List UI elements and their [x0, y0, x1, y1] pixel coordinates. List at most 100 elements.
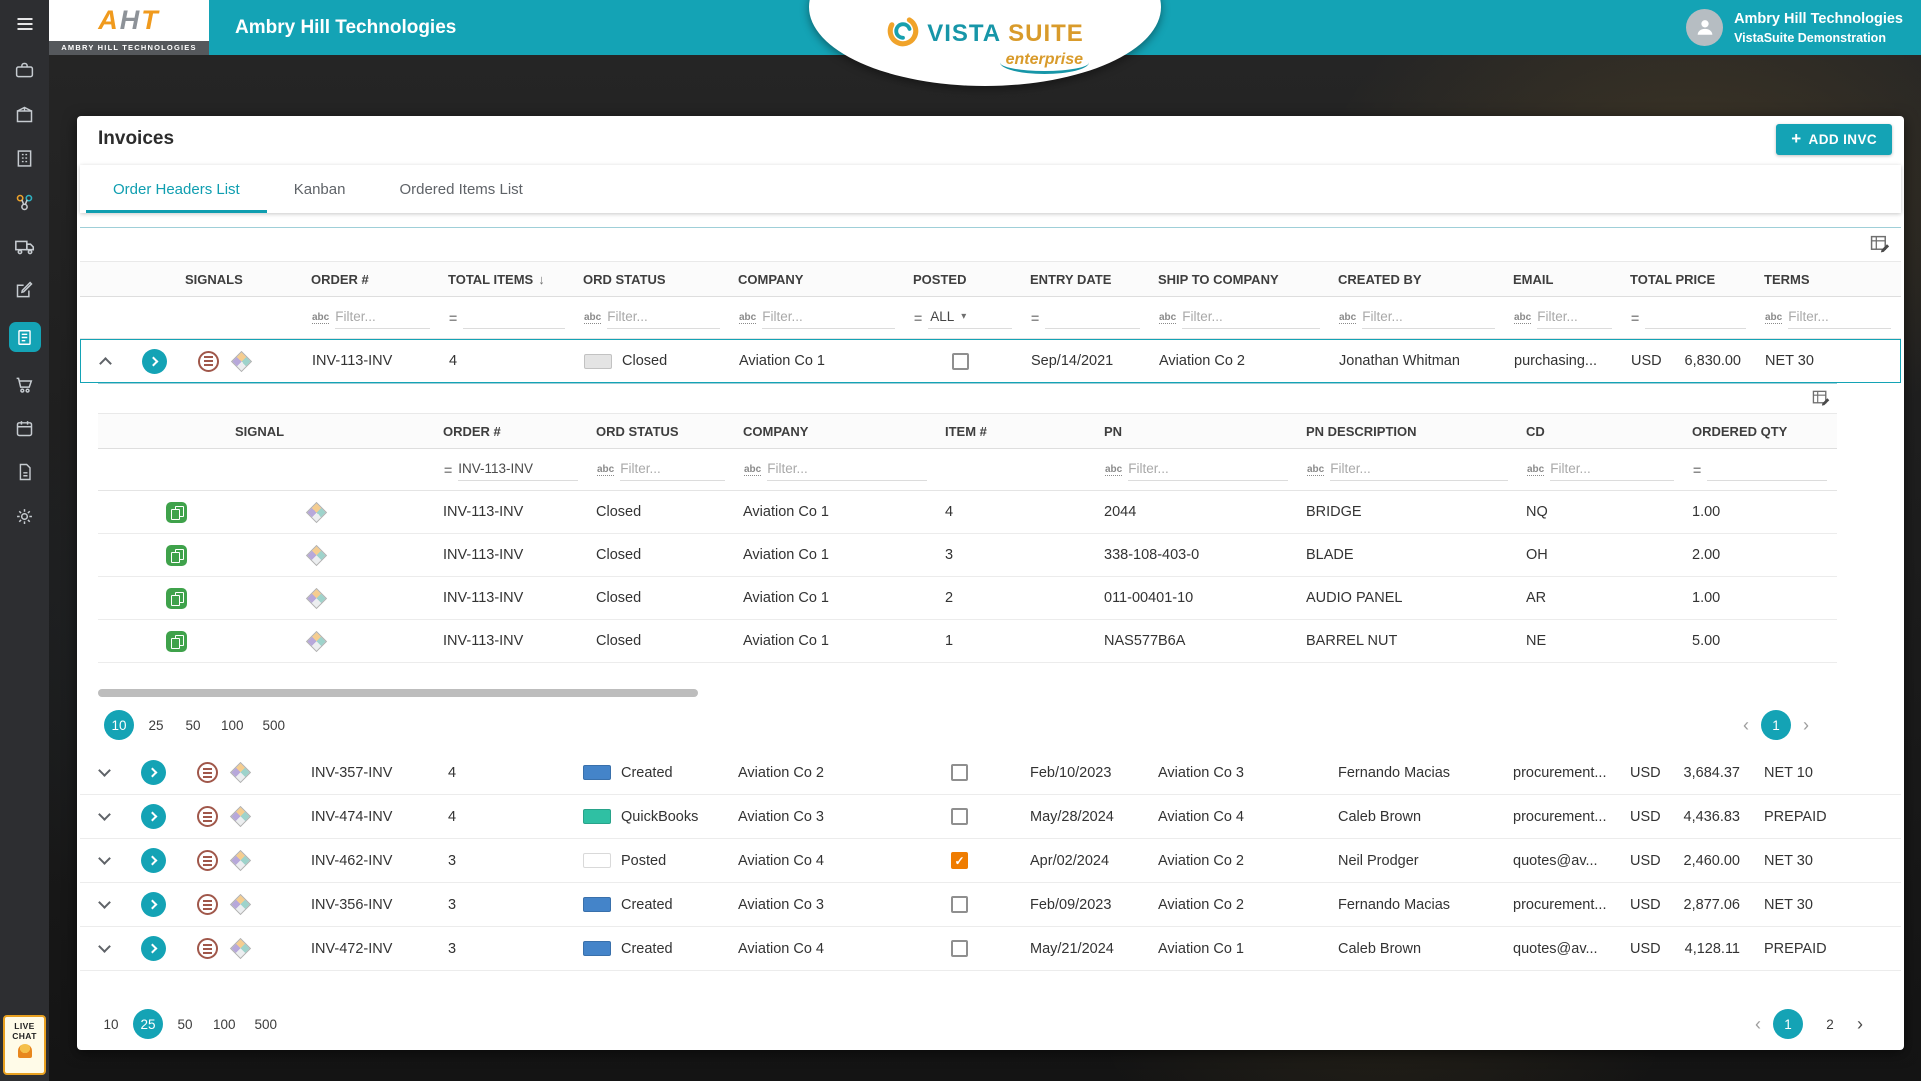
- filter-order-input[interactable]: [335, 306, 430, 329]
- kite-signal-icon[interactable]: [230, 350, 253, 372]
- kite-signal-icon[interactable]: [229, 937, 252, 960]
- subcol-qty[interactable]: ORDERED QTY: [1684, 424, 1837, 439]
- col-terms[interactable]: TERMS: [1756, 272, 1901, 287]
- invoice-row[interactable]: INV-474-INV 4 QuickBooks Aviation Co 3 ✓…: [80, 795, 1901, 839]
- kite-signal-icon[interactable]: [229, 761, 252, 784]
- page-size-option[interactable]: 500: [249, 1009, 284, 1039]
- ordered-item-row[interactable]: INV-113-INV Closed Aviation Co 1 3 338-1…: [98, 534, 1837, 577]
- settings-gear-icon[interactable]: [10, 504, 40, 528]
- page-number[interactable]: 1: [1761, 710, 1791, 740]
- ordered-item-row[interactable]: INV-113-INV Closed Aviation Co 1 4 2044 …: [98, 491, 1837, 534]
- truck-icon[interactable]: [10, 234, 40, 258]
- prev-page-icon[interactable]: ‹: [1743, 715, 1749, 736]
- kite-signal-icon[interactable]: [229, 893, 252, 916]
- collapse-row-icon[interactable]: [99, 357, 112, 370]
- posted-checkbox[interactable]: ✓: [951, 940, 968, 957]
- page-size-option[interactable]: 10: [96, 1009, 126, 1039]
- col-company[interactable]: COMPANY: [730, 272, 905, 287]
- invoice-row[interactable]: INV-113-INV 4 Closed Aviation Co 1 ✓ Sep…: [80, 339, 1901, 383]
- page-size-option[interactable]: 25: [133, 1009, 163, 1039]
- kite-signal-icon[interactable]: [305, 587, 328, 609]
- filter-company-input[interactable]: [762, 306, 895, 329]
- tab-kanban[interactable]: Kanban: [267, 165, 373, 213]
- edit-quote-icon[interactable]: [10, 278, 40, 302]
- col-ship-to[interactable]: SHIP TO COMPANY: [1150, 272, 1330, 287]
- page-size-option[interactable]: 100: [207, 1009, 242, 1039]
- page-size-option[interactable]: 10: [104, 710, 134, 740]
- subcol-signal[interactable]: SIGNAL: [227, 424, 435, 439]
- live-chat-badge[interactable]: LIVE CHAT: [3, 1015, 46, 1075]
- page-size-option[interactable]: 25: [141, 710, 171, 740]
- subcol-desc[interactable]: PN DESCRIPTION: [1298, 424, 1518, 439]
- subcol-status[interactable]: ORD STATUS: [588, 424, 735, 439]
- filter-price-input[interactable]: [1645, 306, 1746, 329]
- expand-row-icon[interactable]: [98, 940, 111, 953]
- invoice-signal-icon[interactable]: [197, 806, 218, 827]
- invoice-signal-icon[interactable]: [197, 850, 218, 871]
- invoice-signal-icon[interactable]: [197, 938, 218, 959]
- open-invoice-button[interactable]: [141, 348, 167, 374]
- copy-item-icon[interactable]: [166, 630, 187, 652]
- page-size-option[interactable]: 50: [170, 1009, 200, 1039]
- page-number[interactable]: 1: [1773, 1009, 1803, 1039]
- integrations-icon[interactable]: [10, 190, 40, 214]
- kite-signal-icon[interactable]: [229, 849, 252, 872]
- subcol-company[interactable]: COMPANY: [735, 424, 937, 439]
- tab-ordered-items-list[interactable]: Ordered Items List: [372, 165, 549, 213]
- sub-filter-pn-input[interactable]: [1128, 458, 1288, 481]
- building-icon[interactable]: [10, 146, 40, 170]
- page-size-option[interactable]: 500: [257, 710, 292, 740]
- col-posted[interactable]: POSTED: [905, 272, 1022, 287]
- col-entry-date[interactable]: ENTRY DATE: [1022, 272, 1150, 287]
- kite-signal-icon[interactable]: [229, 805, 252, 828]
- avatar[interactable]: [1686, 8, 1724, 46]
- col-created-by[interactable]: CREATED BY: [1330, 272, 1505, 287]
- document-icon[interactable]: [10, 460, 40, 484]
- page-size-option[interactable]: 50: [178, 710, 208, 740]
- invoice-signal-icon[interactable]: [198, 350, 219, 372]
- edit-columns-icon[interactable]: [1870, 234, 1891, 255]
- copy-item-icon[interactable]: [166, 501, 187, 523]
- invoice-signal-icon[interactable]: [197, 894, 218, 915]
- edit-columns-icon[interactable]: [1812, 389, 1831, 408]
- horizontal-scrollbar[interactable]: [98, 689, 698, 697]
- filter-created-by-input[interactable]: [1362, 306, 1495, 329]
- posted-checkbox[interactable]: ✓: [951, 896, 968, 913]
- user-menu[interactable]: Ambry Hill Technologies VistaSuite Demon…: [1686, 8, 1903, 46]
- sub-filter-qty-input[interactable]: [1707, 458, 1827, 481]
- open-invoice-button[interactable]: [140, 936, 166, 961]
- sub-filter-desc-input[interactable]: [1330, 458, 1508, 481]
- next-page-icon[interactable]: ›: [1857, 1014, 1863, 1035]
- expand-row-icon[interactable]: [98, 852, 111, 865]
- expand-row-icon[interactable]: [98, 764, 111, 777]
- subcol-order[interactable]: ORDER #: [435, 424, 588, 439]
- prev-page-icon[interactable]: ‹: [1755, 1014, 1761, 1035]
- package-icon[interactable]: [10, 102, 40, 126]
- filter-total-items-input[interactable]: [463, 306, 565, 329]
- next-page-icon[interactable]: ›: [1803, 715, 1809, 736]
- posted-checkbox[interactable]: ✓: [951, 852, 968, 869]
- col-email[interactable]: EMAIL: [1505, 272, 1622, 287]
- sub-filter-company-input[interactable]: [767, 458, 927, 481]
- sub-filter-order-input[interactable]: [458, 458, 578, 481]
- expand-row-icon[interactable]: [98, 808, 111, 821]
- col-order[interactable]: ORDER #: [303, 272, 440, 287]
- open-invoice-button[interactable]: [140, 760, 166, 785]
- kite-signal-icon[interactable]: [305, 630, 328, 652]
- filter-posted-dropdown[interactable]: ALL ▾: [928, 306, 1012, 329]
- invoice-signal-icon[interactable]: [197, 762, 218, 783]
- filter-ship-to-input[interactable]: [1182, 306, 1320, 329]
- invoice-row[interactable]: INV-357-INV 4 Created Aviation Co 2 ✓ Fe…: [80, 751, 1901, 795]
- filter-entry-date-input[interactable]: [1045, 306, 1140, 329]
- col-ord-status[interactable]: ORD STATUS: [575, 272, 730, 287]
- page-number[interactable]: 2: [1815, 1009, 1845, 1039]
- add-invoice-button[interactable]: + ADD INVC: [1776, 123, 1892, 155]
- posted-checkbox[interactable]: ✓: [952, 352, 969, 370]
- open-invoice-button[interactable]: [140, 848, 166, 873]
- company-logo[interactable]: A H T AMBRY HILL TECHNOLOGIES: [49, 0, 209, 55]
- invoice-row[interactable]: INV-356-INV 3 Created Aviation Co 3 ✓ Fe…: [80, 883, 1901, 927]
- subcol-cd[interactable]: CD: [1518, 424, 1684, 439]
- filter-terms-input[interactable]: [1788, 306, 1891, 329]
- page-size-option[interactable]: 100: [215, 710, 250, 740]
- filter-status-input[interactable]: [607, 306, 720, 329]
